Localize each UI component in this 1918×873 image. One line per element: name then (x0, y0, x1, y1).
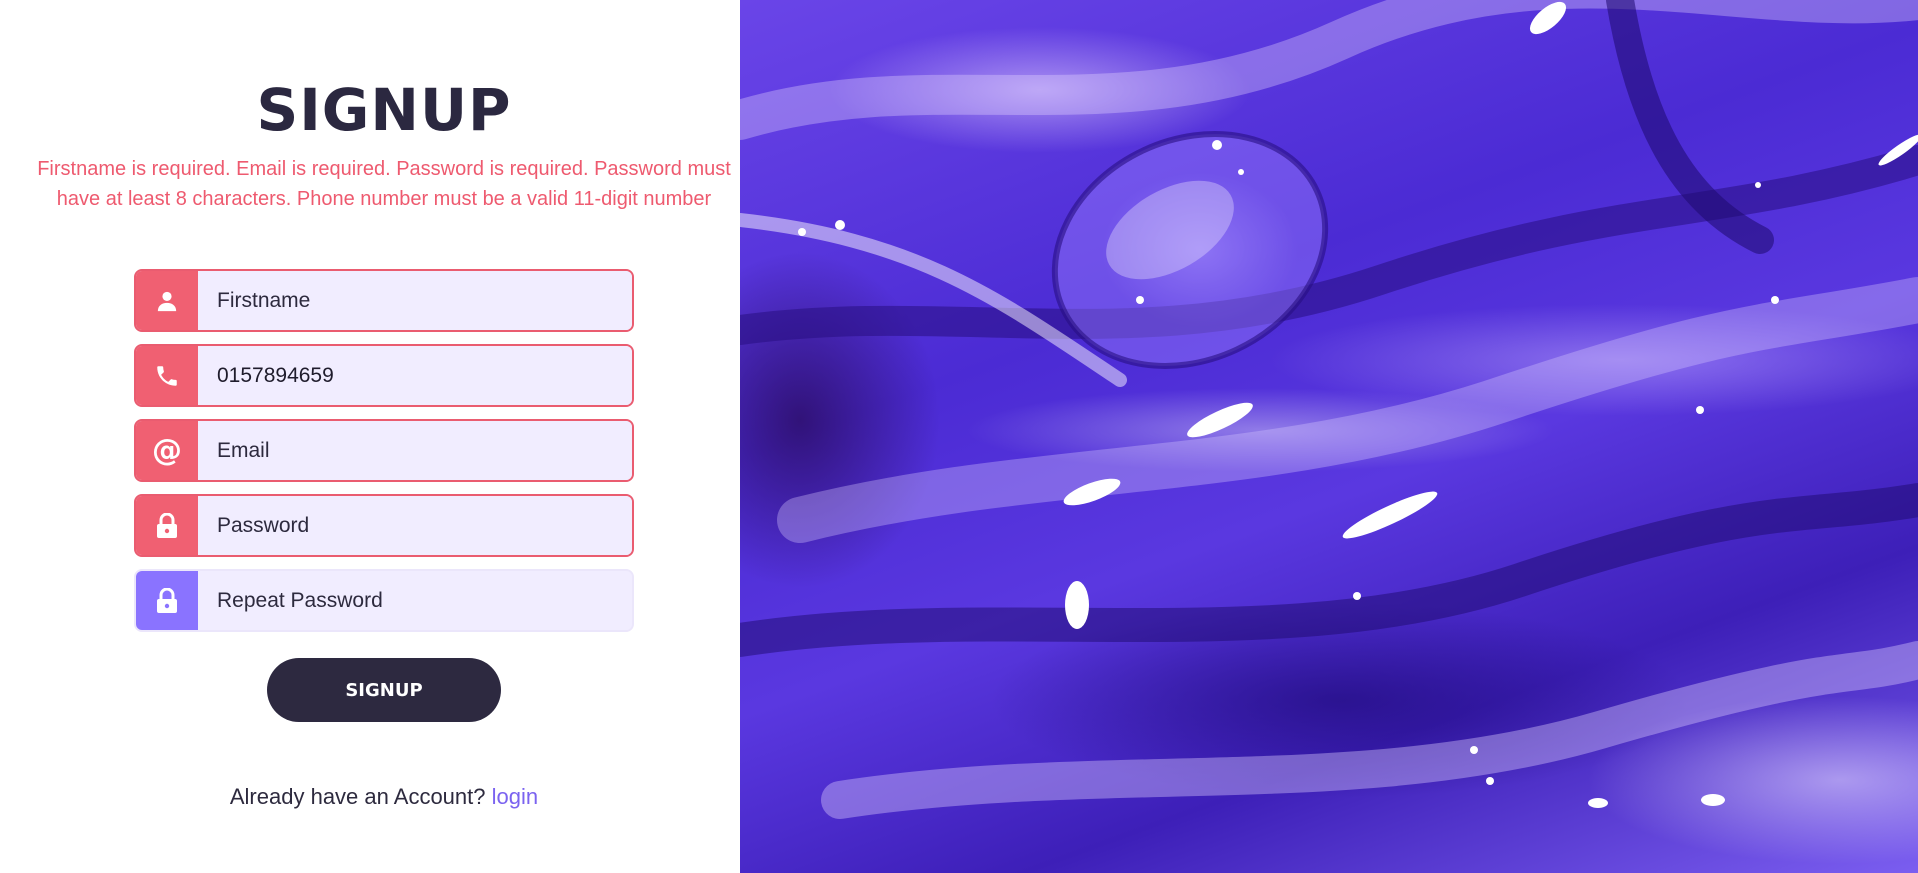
lock-icon (136, 496, 198, 555)
repeat-password-field[interactable]: Repeat Password (134, 569, 634, 632)
user-icon (136, 271, 198, 330)
phone-field[interactable]: 0157894659 (134, 344, 634, 407)
signup-panel: SIGNUP Firstname is required. Email is r… (0, 0, 768, 873)
phone-icon (136, 346, 198, 405)
lock-icon (136, 571, 198, 630)
background-artwork (740, 0, 1918, 873)
error-message: Firstname is required. Email is required… (37, 158, 731, 210)
firstname-input[interactable]: Firstname (198, 271, 632, 330)
login-link[interactable]: login (492, 784, 538, 809)
signup-button[interactable]: SIGNUP (267, 658, 501, 722)
password-field[interactable]: Password (134, 494, 634, 557)
email-field[interactable]: @ Email (134, 419, 634, 482)
login-prompt-text: Already have an Account? (229, 784, 486, 809)
at-sign-icon: @ (136, 421, 198, 480)
firstname-field[interactable]: Firstname (134, 269, 634, 332)
phone-input[interactable]: 0157894659 (198, 346, 632, 405)
password-input[interactable]: Password (198, 496, 632, 555)
page-title: SIGNUP (256, 76, 512, 144)
email-input[interactable]: Email (198, 421, 632, 480)
login-prompt: Already have an Account? login (0, 784, 768, 810)
repeat-password-input[interactable]: Repeat Password (198, 571, 632, 630)
